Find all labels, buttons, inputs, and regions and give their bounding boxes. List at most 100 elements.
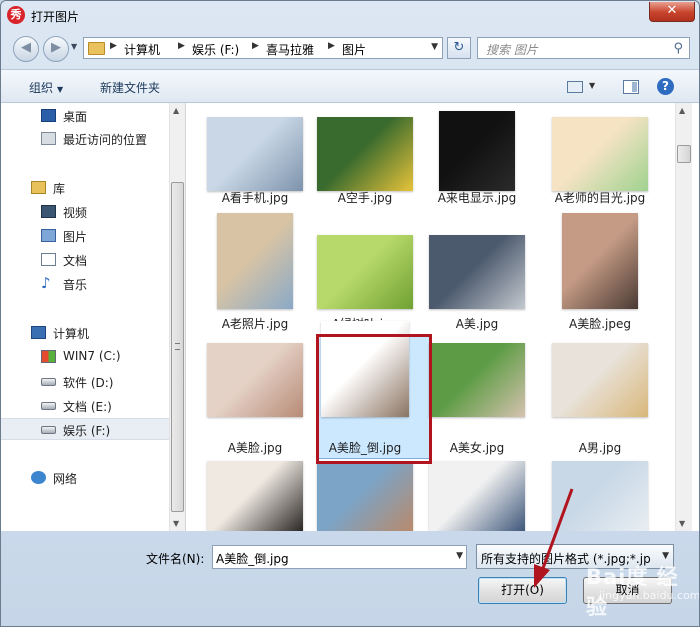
- change-view-icon[interactable]: [567, 81, 583, 93]
- close-button[interactable]: ✕: [649, 2, 695, 22]
- new-folder-button[interactable]: 新建文件夹: [100, 79, 160, 96]
- file-type-dropdown-icon: ▼: [662, 551, 669, 561]
- nav-item-drive-c[interactable]: WIN7 (C:): [1, 346, 169, 368]
- file-list-scrollbar[interactable]: ▲ ▼: [675, 103, 692, 531]
- nav-item-desktop[interactable]: 桌面: [1, 105, 169, 127]
- app-logo-icon: 秀: [7, 6, 25, 24]
- chevron-right-icon[interactable]: ▶: [178, 41, 185, 51]
- nav-item-documents[interactable]: 文档: [1, 249, 169, 271]
- nav-item-music[interactable]: ♪ 音乐: [1, 273, 169, 295]
- nav-item-network[interactable]: 网络: [1, 467, 169, 489]
- image-thumbnail: [317, 461, 413, 531]
- file-tile[interactable]: A美女.jpg: [418, 337, 536, 455]
- filename-label: 文件名(N):: [146, 552, 205, 566]
- navigation-scrollbar[interactable]: ▲ ▼: [169, 103, 186, 531]
- windows-drive-icon: [41, 350, 56, 363]
- scroll-down-icon[interactable]: ▼: [679, 519, 685, 528]
- nav-label: 网络: [53, 472, 78, 486]
- breadcrumb-drive-f[interactable]: 娱乐 (F:): [192, 41, 239, 58]
- scroll-down-icon[interactable]: ▼: [173, 519, 179, 528]
- title-bar[interactable]: 秀 打开图片 ✕: [1, 1, 699, 31]
- file-tile[interactable]: [306, 461, 424, 531]
- file-tile[interactable]: A空手.jpg: [306, 111, 424, 229]
- breadcrumb-himalaya[interactable]: 喜马拉雅: [266, 41, 314, 58]
- file-tile[interactable]: A绿树叶.jpg: [306, 213, 424, 331]
- breadcrumb-pictures[interactable]: 图片: [342, 41, 366, 58]
- file-tile[interactable]: A来电显示.jpg: [418, 111, 536, 229]
- chevron-right-icon[interactable]: ▶: [252, 41, 259, 51]
- organize-label: 组织: [29, 81, 54, 95]
- nav-label: 文档: [63, 254, 88, 268]
- dialog-body: 桌面 最近访问的位置 库 视频 图片 文档 ♪ 音乐 计算机 WIN7 (C:)…: [1, 103, 699, 531]
- grip-icon: [175, 343, 180, 350]
- nav-item-libraries[interactable]: 库: [1, 177, 169, 199]
- highlight-box: [316, 334, 432, 464]
- help-icon[interactable]: ?: [657, 78, 674, 95]
- file-tile[interactable]: A看手机.jpg: [196, 111, 314, 229]
- scroll-up-icon[interactable]: ▲: [679, 106, 685, 115]
- file-name: A看手机.jpg: [221, 191, 289, 205]
- image-thumbnail: [317, 235, 413, 309]
- image-thumbnail: [429, 235, 525, 309]
- network-icon: [31, 471, 46, 484]
- scrollbar-thumb[interactable]: [677, 145, 691, 163]
- nav-item-drive-f[interactable]: 娱乐 (F:): [1, 418, 169, 440]
- forward-button[interactable]: ▶: [43, 36, 69, 62]
- search-input[interactable]: 搜索 图片 ⚲: [477, 37, 690, 59]
- address-dropdown-icon[interactable]: ▼: [431, 42, 438, 52]
- filename-input[interactable]: A美脸_倒.jpg ▼: [212, 545, 467, 569]
- scroll-up-icon[interactable]: ▲: [173, 106, 179, 115]
- file-tile[interactable]: A美.jpg: [418, 213, 536, 331]
- filename-value: A美脸_倒.jpg: [216, 552, 289, 566]
- file-tile[interactable]: A老师的目光.jpg: [541, 111, 659, 229]
- file-name: A美女.jpg: [449, 441, 505, 455]
- file-tile[interactable]: [418, 461, 536, 531]
- image-thumbnail: [562, 213, 638, 309]
- refresh-button[interactable]: ↻: [447, 37, 471, 59]
- nav-item-drive-e[interactable]: 文档 (E:): [1, 395, 169, 417]
- music-note-icon: ♪: [41, 274, 51, 292]
- nav-item-drive-d[interactable]: 软件 (D:): [1, 371, 169, 393]
- chevron-right-icon[interactable]: ▶: [328, 41, 335, 51]
- file-tile[interactable]: [541, 461, 659, 531]
- filename-dropdown-icon[interactable]: ▼: [456, 551, 463, 561]
- file-name: A美脸.jpeg: [569, 317, 631, 331]
- breadcrumb-computer[interactable]: 计算机: [124, 41, 160, 58]
- watermark-url: jingyan.baidu.com: [599, 589, 700, 602]
- nav-label: 娱乐 (F:): [63, 424, 111, 438]
- nav-item-computer[interactable]: 计算机: [1, 322, 169, 344]
- folder-icon: [88, 42, 105, 55]
- nav-item-recent-places[interactable]: 最近访问的位置: [1, 128, 169, 150]
- file-tile[interactable]: A老照片.jpg: [196, 213, 314, 331]
- navigation-pane: 桌面 最近访问的位置 库 视频 图片 文档 ♪ 音乐 计算机 WIN7 (C:)…: [1, 103, 169, 531]
- scrollbar-thumb[interactable]: [171, 182, 184, 512]
- nav-label: 视频: [63, 206, 88, 220]
- address-bar[interactable]: ▶ 计算机 ▶ 娱乐 (F:) ▶ 喜马拉雅 ▶ 图片 ▼: [83, 37, 443, 59]
- image-thumbnail: [217, 213, 293, 309]
- view-options-dropdown-icon[interactable]: ▼: [589, 81, 595, 90]
- image-thumbnail: [429, 343, 525, 417]
- file-tile[interactable]: A美脸.jpeg: [541, 213, 659, 331]
- file-tile[interactable]: A美脸.jpg: [196, 337, 314, 455]
- back-button[interactable]: ◀: [13, 36, 39, 62]
- history-dropdown-icon[interactable]: ▼: [71, 42, 77, 51]
- image-thumbnail: [317, 117, 413, 191]
- file-name: A空手.jpg: [337, 191, 393, 205]
- file-name: A美.jpg: [455, 317, 499, 331]
- chevron-right-icon[interactable]: ▶: [110, 41, 117, 51]
- file-name: A老照片.jpg: [221, 317, 289, 331]
- library-icon: [31, 181, 46, 194]
- open-button[interactable]: 打开(O): [478, 577, 567, 604]
- caret-down-icon: ▼: [57, 85, 64, 94]
- desktop-icon: [41, 109, 56, 122]
- nav-item-videos[interactable]: 视频: [1, 201, 169, 223]
- nav-item-pictures[interactable]: 图片: [1, 225, 169, 247]
- preview-pane-icon[interactable]: [623, 80, 639, 94]
- nav-label: 桌面: [63, 110, 88, 124]
- image-thumbnail: [429, 461, 525, 531]
- search-placeholder: 搜索 图片: [486, 43, 538, 57]
- file-tile[interactable]: A男.jpg: [541, 337, 659, 455]
- file-name: A来电显示.jpg: [437, 191, 517, 205]
- file-tile[interactable]: [196, 461, 314, 531]
- organize-menu[interactable]: 组织 ▼: [29, 79, 63, 96]
